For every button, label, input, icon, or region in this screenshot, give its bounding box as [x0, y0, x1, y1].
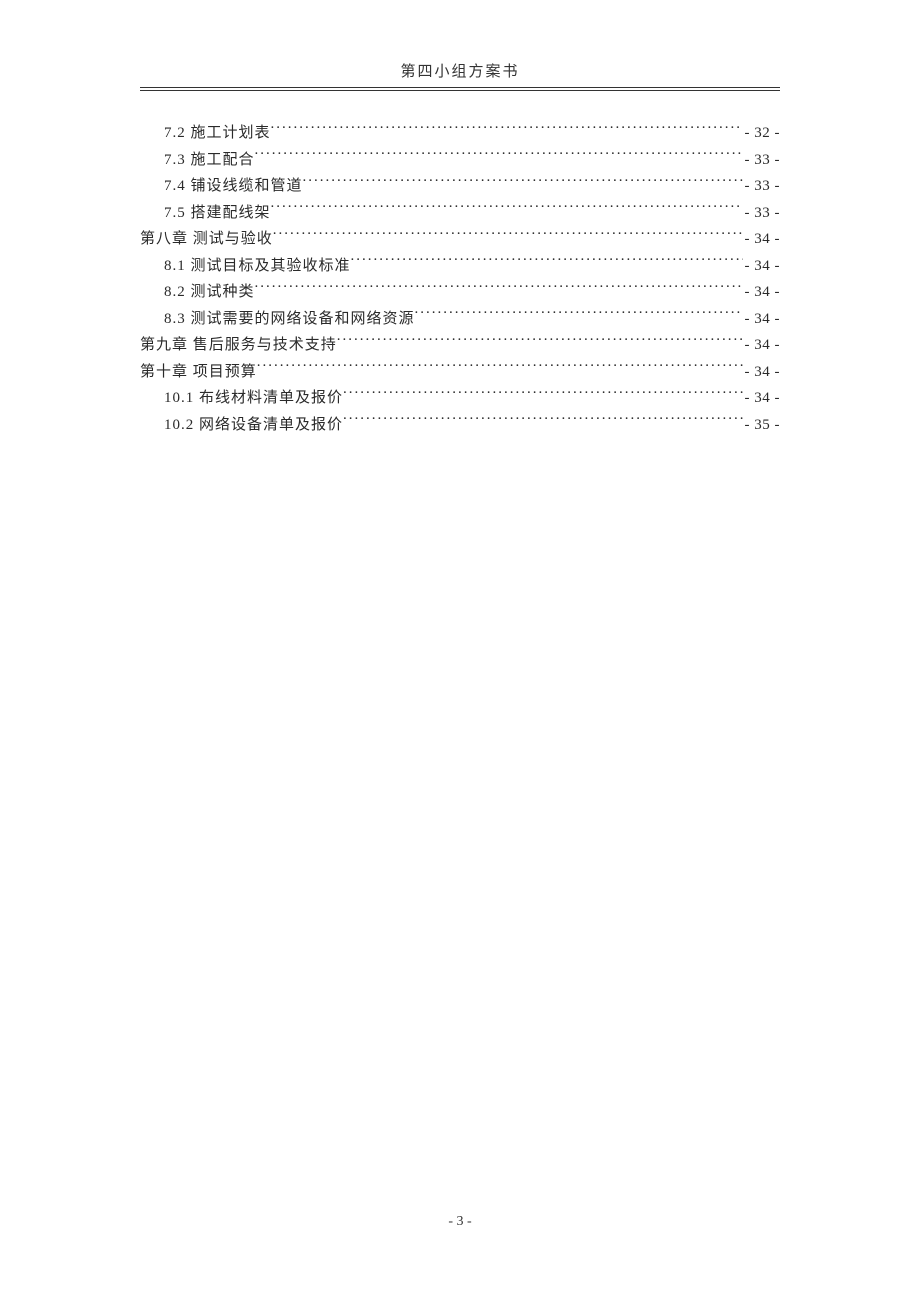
toc-entry[interactable]: 10.2 网络设备清单及报价 - 35 - — [140, 413, 780, 439]
toc-entry-page: - 34 - — [743, 227, 781, 253]
toc-entry[interactable]: 7.3 施工配合 - 33 - — [140, 148, 780, 174]
toc-leader-dots — [343, 387, 742, 402]
toc-entry-label: 10.2 网络设备清单及报价 — [164, 413, 343, 439]
toc-entry[interactable]: 第九章 售后服务与技术支持 - 34 - — [140, 333, 780, 359]
toc-entry[interactable]: 7.5 搭建配线架 - 33 - — [140, 201, 780, 227]
toc-entry-page: - 34 - — [743, 360, 781, 386]
toc-entry-label: 第八章 测试与验收 — [140, 227, 273, 253]
table-of-contents: 7.2 施工计划表 - 32 -7.3 施工配合 - 33 -7.4 铺设线缆和… — [140, 121, 780, 438]
toc-leader-dots — [271, 202, 743, 217]
header-rule-bottom — [140, 90, 780, 91]
toc-entry[interactable]: 第八章 测试与验收 - 34 - — [140, 227, 780, 253]
header-rule-top — [140, 87, 780, 88]
toc-leader-dots — [351, 255, 743, 270]
page-header-title: 第四小组方案书 — [140, 60, 780, 87]
toc-entry[interactable]: 7.2 施工计划表 - 32 - — [140, 121, 780, 147]
toc-entry-page: - 35 - — [743, 413, 781, 439]
toc-entry-page: - 33 - — [743, 174, 781, 200]
toc-entry-page: - 34 - — [743, 333, 781, 359]
toc-leader-dots — [343, 414, 742, 429]
toc-entry-label: 8.1 测试目标及其验收标准 — [164, 254, 351, 280]
toc-leader-dots — [255, 281, 743, 296]
toc-entry[interactable]: 第十章 项目预算 - 34 - — [140, 360, 780, 386]
toc-entry[interactable]: 8.2 测试种类 - 34 - — [140, 280, 780, 306]
toc-leader-dots — [255, 149, 743, 164]
toc-entry-label: 7.2 施工计划表 — [164, 121, 271, 147]
toc-leader-dots — [415, 308, 743, 323]
toc-entry-label: 第九章 售后服务与技术支持 — [140, 333, 337, 359]
toc-entry-page: - 33 - — [743, 201, 781, 227]
toc-entry-page: - 34 - — [743, 386, 781, 412]
toc-entry-label: 8.3 测试需要的网络设备和网络资源 — [164, 307, 415, 333]
toc-leader-dots — [271, 122, 743, 137]
toc-entry-label: 8.2 测试种类 — [164, 280, 255, 306]
toc-entry[interactable]: 7.4 铺设线缆和管道 - 33 - — [140, 174, 780, 200]
toc-entry-page: - 32 - — [743, 121, 781, 147]
toc-entry-page: - 34 - — [743, 254, 781, 280]
document-page: 第四小组方案书 7.2 施工计划表 - 32 -7.3 施工配合 - 33 -7… — [0, 0, 920, 1302]
toc-entry-label: 7.5 搭建配线架 — [164, 201, 271, 227]
toc-entry-page: - 33 - — [743, 148, 781, 174]
toc-leader-dots — [257, 361, 743, 376]
toc-entry-label: 10.1 布线材料清单及报价 — [164, 386, 343, 412]
toc-leader-dots — [273, 228, 743, 243]
toc-entry[interactable]: 8.3 测试需要的网络设备和网络资源 - 34 - — [140, 307, 780, 333]
toc-entry[interactable]: 8.1 测试目标及其验收标准 - 34 - — [140, 254, 780, 280]
toc-entry-page: - 34 - — [743, 307, 781, 333]
toc-entry-label: 7.4 铺设线缆和管道 — [164, 174, 303, 200]
page-footer-number: - 3 - — [0, 1214, 920, 1230]
toc-entry-label: 7.3 施工配合 — [164, 148, 255, 174]
toc-leader-dots — [303, 175, 743, 190]
toc-entry-label: 第十章 项目预算 — [140, 360, 257, 386]
toc-leader-dots — [337, 334, 743, 349]
toc-entry[interactable]: 10.1 布线材料清单及报价 - 34 - — [140, 386, 780, 412]
toc-entry-page: - 34 - — [743, 280, 781, 306]
